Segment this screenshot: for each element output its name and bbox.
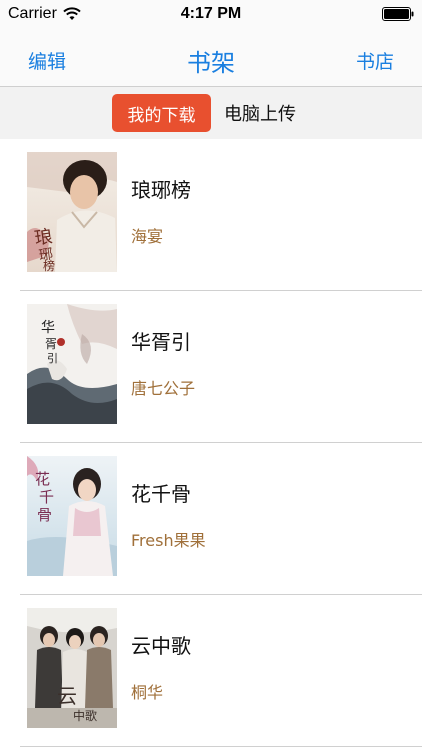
status-bar: Carrier 4:17 PM <box>0 0 422 30</box>
svg-text:中歌: 中歌 <box>73 708 97 723</box>
list-item[interactable]: 琅 琊 榜 琅琊榜 海宴 <box>0 139 422 291</box>
book-title: 花千骨 <box>131 482 191 506</box>
segment-control: 我的下载 电脑上传 <box>0 87 422 139</box>
book-author: 海宴 <box>131 227 164 246</box>
book-title: 琅琊榜 <box>131 178 191 202</box>
svg-text:胥: 胥 <box>45 337 57 351</box>
svg-text:千: 千 <box>39 488 54 506</box>
svg-text:引: 引 <box>47 351 58 365</box>
tab-my-downloads[interactable]: 我的下载 <box>112 94 211 132</box>
book-author: 唐七公子 <box>131 379 196 398</box>
book-title: 云中歌 <box>131 634 191 658</box>
svg-text:骨: 骨 <box>37 506 52 524</box>
book-title: 华胥引 <box>131 330 191 354</box>
list-item[interactable]: 花 千 骨 花千骨 Fresh果果 <box>0 443 422 595</box>
book-cover: 琅 琊 榜 <box>27 152 117 272</box>
tab-computer-upload[interactable]: 电脑上传 <box>224 94 296 132</box>
svg-text:云: 云 <box>57 684 77 708</box>
book-list: 琅 琊 榜 琅琊榜 海宴 华 胥 引 华胥引 唐七公子 花 千 骨 花千骨 Fr… <box>0 139 422 747</box>
bookstore-button[interactable]: 书店 <box>356 47 394 74</box>
row-divider <box>20 746 422 747</box>
list-item[interactable]: 华 胥 引 华胥引 唐七公子 <box>0 291 422 443</box>
book-author: 桐华 <box>131 683 164 702</box>
list-item[interactable]: 云 中歌 云中歌 桐华 <box>0 595 422 747</box>
book-cover: 华 胥 引 <box>27 304 117 424</box>
book-cover: 云 中歌 <box>27 608 117 728</box>
clock: 4:17 PM <box>180 5 242 22</box>
book-cover: 花 千 骨 <box>27 456 117 576</box>
book-author: Fresh果果 <box>131 531 206 550</box>
svg-text:花: 花 <box>35 470 50 488</box>
svg-text:华: 华 <box>41 320 55 336</box>
navigation-bar: 编辑 书架 书店 <box>0 30 422 87</box>
svg-text:榜: 榜 <box>43 258 55 272</box>
battery-icon <box>382 7 414 21</box>
